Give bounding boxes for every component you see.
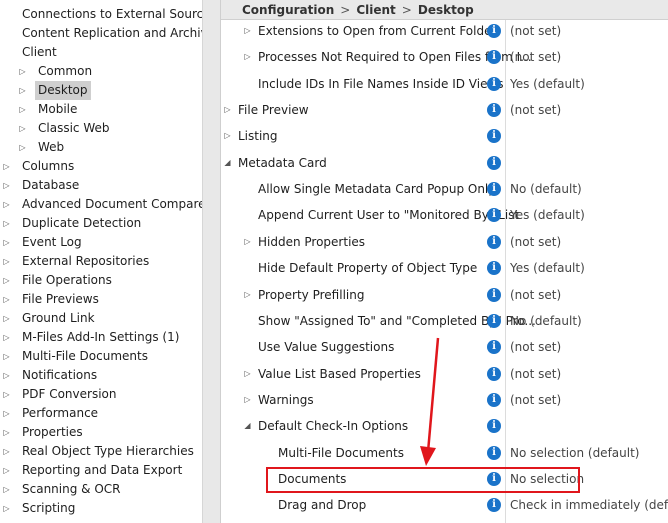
annotation-arrow [420,337,440,466]
